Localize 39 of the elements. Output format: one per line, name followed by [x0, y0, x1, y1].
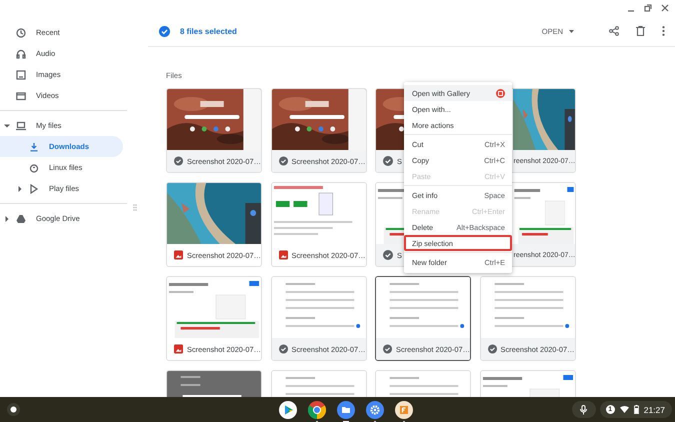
image-file-icon	[174, 250, 184, 260]
film-icon	[16, 90, 26, 100]
resize-handle-icon[interactable]	[133, 204, 137, 211]
launcher-icon[interactable]	[7, 403, 20, 416]
play-app-icon[interactable]	[278, 400, 297, 418]
restore-icon[interactable]	[644, 4, 652, 12]
check-circle-icon[interactable]	[383, 156, 393, 166]
collapse-arrow-icon[interactable]	[4, 122, 10, 128]
check-circle-icon[interactable]	[383, 344, 392, 354]
share-icon[interactable]	[609, 26, 619, 36]
clock-time: 21:27	[644, 404, 665, 414]
download-icon	[29, 142, 39, 152]
wifi-icon	[620, 406, 629, 413]
headphones-icon	[16, 48, 26, 58]
expand-arrow-icon[interactable]	[17, 186, 23, 192]
microphone-icon	[580, 404, 588, 414]
mic-button[interactable]	[572, 401, 596, 418]
check-circle-icon[interactable]	[278, 344, 288, 354]
check-circle-icon[interactable]	[488, 344, 497, 354]
expand-arrow-icon[interactable]	[4, 216, 10, 222]
image-file-icon	[278, 250, 288, 260]
settings-app-icon[interactable]	[366, 400, 384, 418]
chrome-app-icon[interactable]	[308, 400, 326, 418]
close-icon[interactable]	[661, 4, 669, 12]
files-app-icon[interactable]	[336, 400, 355, 418]
selection-count: 8 files selected	[180, 26, 237, 36]
check-circle-icon[interactable]	[278, 156, 288, 166]
more-icon[interactable]	[662, 26, 665, 36]
clock-icon	[16, 28, 26, 38]
image-file-icon	[174, 344, 184, 354]
laptop-icon	[16, 120, 26, 130]
check-circle-icon[interactable]	[174, 156, 184, 166]
check-circle-icon[interactable]	[383, 250, 393, 260]
caret-icon	[569, 30, 574, 32]
delete-icon[interactable]	[636, 26, 645, 36]
image-icon	[16, 70, 26, 80]
check-circle-icon[interactable]	[159, 26, 170, 36]
play-icon	[29, 184, 39, 194]
battery-icon	[634, 405, 639, 414]
